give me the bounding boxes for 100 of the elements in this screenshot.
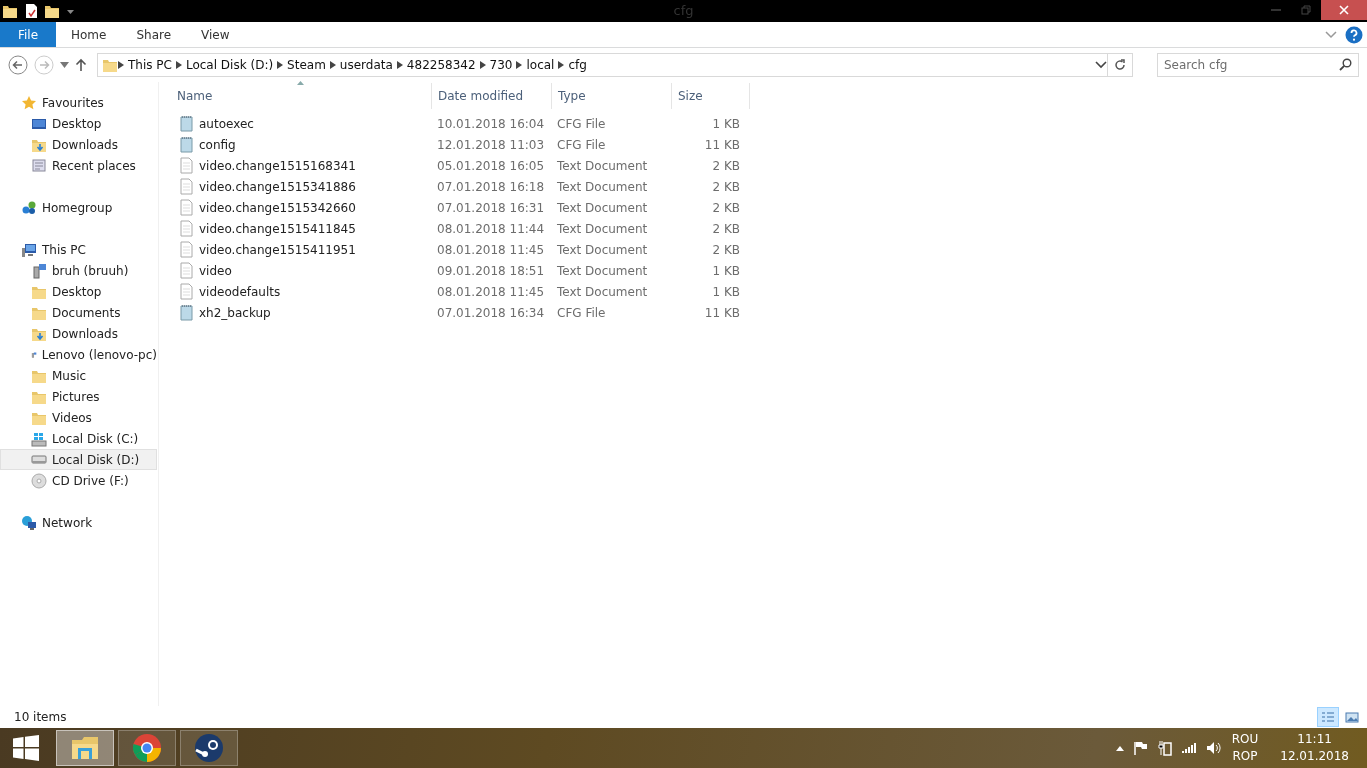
up-button[interactable] bbox=[75, 58, 87, 72]
chevron-icon[interactable] bbox=[118, 61, 124, 69]
file-name[interactable]: xh2_backup bbox=[177, 304, 432, 321]
sidebar-item[interactable]: Recent places bbox=[0, 155, 158, 176]
file-name[interactable]: autoexec bbox=[177, 115, 432, 132]
caret-icon[interactable] bbox=[66, 7, 75, 15]
breadcrumb[interactable]: Local Disk (D:) bbox=[181, 58, 278, 72]
expand-ribbon-icon[interactable] bbox=[1325, 29, 1337, 40]
chevron-icon[interactable] bbox=[329, 61, 336, 69]
breadcrumb[interactable]: cfg bbox=[564, 58, 591, 72]
sidebar-item[interactable]: Videos bbox=[0, 407, 158, 428]
date-cell-text: 10.01.2018 16:04 bbox=[436, 116, 546, 131]
search-icon bbox=[1339, 58, 1352, 71]
file-name[interactable]: video bbox=[177, 262, 432, 279]
folder-icon bbox=[102, 57, 118, 73]
type-cell-text: Text Document bbox=[556, 200, 649, 215]
type-cell-text: CFG File bbox=[556, 305, 607, 320]
caret-icon bbox=[60, 62, 69, 68]
sidebar-item[interactable]: Music bbox=[0, 365, 158, 386]
clock-time: 11:11 bbox=[1297, 731, 1332, 748]
search-field[interactable]: Search cfg bbox=[1157, 53, 1359, 77]
breadcrumb[interactable]: This PC bbox=[124, 58, 176, 72]
column-header[interactable]: Type bbox=[552, 83, 672, 109]
flag-button[interactable] bbox=[1133, 741, 1148, 755]
sidebar-item[interactable]: Downloads bbox=[0, 134, 158, 155]
size-cell-text: 1 KB bbox=[711, 116, 741, 131]
size-cell-text: 2 KB bbox=[711, 242, 741, 257]
type-cell-text: Text Document bbox=[556, 263, 649, 278]
type-cell-text: Text Document bbox=[556, 221, 649, 236]
date-cell-text: 07.01.2018 16:34 bbox=[436, 305, 546, 320]
list-view-icon bbox=[1321, 711, 1335, 723]
chevron-icon[interactable] bbox=[516, 61, 523, 69]
sidebar-item[interactable]: Lenovo (lenovo-pc) bbox=[0, 344, 158, 365]
breadcrumb[interactable]: Steam bbox=[283, 58, 330, 72]
sidebar-item[interactable]: Local Disk (D:) bbox=[0, 449, 157, 470]
chevron-icon[interactable] bbox=[277, 61, 284, 69]
size-cell-text: 2 KB bbox=[711, 179, 741, 194]
sidebar-item[interactable]: This PC bbox=[0, 239, 158, 260]
flag-icon bbox=[1133, 741, 1148, 755]
address-bar[interactable]: This PC Local Disk (D:) Steam userdata 482258342 730 local cfg bbox=[97, 53, 1108, 77]
sidebar-item[interactable]: Local Disk (C:) bbox=[0, 428, 158, 449]
back-button[interactable] bbox=[8, 55, 28, 75]
sidebar-item[interactable]: bruh (bruuh) bbox=[0, 260, 158, 281]
size-cell-text: 11 KB bbox=[703, 137, 741, 152]
chevron-icon[interactable] bbox=[396, 61, 403, 69]
folder-icon[interactable] bbox=[44, 3, 60, 19]
dropdown-icon[interactable] bbox=[1095, 60, 1107, 70]
date-cell-text: 05.01.2018 16:05 bbox=[436, 158, 546, 173]
file-name[interactable]: videodefaults bbox=[177, 283, 432, 300]
text-file-icon bbox=[179, 283, 194, 300]
breadcrumb[interactable]: local bbox=[522, 58, 559, 72]
date-cell-text: 08.01.2018 11:44 bbox=[436, 221, 546, 236]
column-header[interactable]: Size bbox=[672, 83, 750, 109]
chevron-icon[interactable] bbox=[479, 61, 486, 69]
breadcrumb[interactable]: 730 bbox=[485, 58, 517, 72]
file-name[interactable]: video.change1515168341 bbox=[177, 157, 432, 174]
file-name[interactable]: video.change1515411951 bbox=[177, 241, 432, 258]
sidebar-item[interactable]: Pictures bbox=[0, 386, 158, 407]
help-icon[interactable] bbox=[1345, 25, 1363, 44]
breadcrumb[interactable]: userdata bbox=[335, 58, 397, 72]
sidebar-item[interactable]: Desktop bbox=[0, 281, 158, 302]
type-cell-text: Text Document bbox=[556, 284, 649, 299]
file-name[interactable]: video.change1515342660 bbox=[177, 199, 432, 216]
sidebar-item[interactable]: Favourites bbox=[0, 92, 158, 113]
file-name[interactable]: config bbox=[177, 136, 432, 153]
chrome-button[interactable] bbox=[118, 730, 176, 766]
sidebar-item[interactable]: Documents bbox=[0, 302, 158, 323]
refresh-button[interactable] bbox=[1107, 53, 1133, 77]
sidebar-item[interactable]: Homegroup bbox=[0, 197, 158, 218]
star-icon bbox=[21, 94, 37, 111]
column-header[interactable]: Date modified bbox=[432, 83, 552, 109]
minimize-icon bbox=[1271, 9, 1281, 11]
date-cell-text: 07.01.2018 16:31 bbox=[436, 200, 546, 215]
drive-icon bbox=[31, 430, 47, 447]
computer-icon bbox=[21, 241, 37, 258]
breadcrumb[interactable]: 482258342 bbox=[402, 58, 480, 72]
close-button[interactable] bbox=[1321, 0, 1367, 20]
speaker-button[interactable] bbox=[1205, 741, 1222, 755]
sidebar-item[interactable]: Network bbox=[0, 512, 158, 533]
document-icon[interactable] bbox=[24, 3, 38, 19]
folder-icon[interactable] bbox=[2, 3, 18, 19]
chrome-logo-icon bbox=[131, 732, 163, 764]
file-menu-button[interactable]: File bbox=[0, 22, 56, 47]
sidebar-item[interactable]: Downloads bbox=[0, 323, 158, 344]
sidebar-item[interactable]: CD Drive (F:) bbox=[0, 470, 158, 491]
language-indicator: ROP bbox=[1232, 748, 1258, 765]
up-caret-button[interactable] bbox=[1115, 745, 1124, 751]
column-header[interactable]: Name bbox=[177, 83, 432, 109]
battery-icon bbox=[1157, 740, 1172, 756]
signal-button[interactable] bbox=[1181, 742, 1196, 754]
language-indicator: ROU bbox=[1231, 731, 1259, 748]
text-file-icon bbox=[179, 178, 194, 195]
file-name[interactable]: video.change1515411845 bbox=[177, 220, 432, 237]
sidebar-item[interactable]: Desktop bbox=[0, 113, 158, 134]
chevron-icon[interactable] bbox=[175, 61, 182, 69]
steam-button[interactable] bbox=[180, 730, 238, 766]
file-name[interactable]: video.change1515341886 bbox=[177, 178, 432, 195]
chevron-icon[interactable] bbox=[558, 61, 565, 69]
battery-button[interactable] bbox=[1157, 740, 1172, 756]
recent-locations-button[interactable] bbox=[60, 62, 69, 68]
